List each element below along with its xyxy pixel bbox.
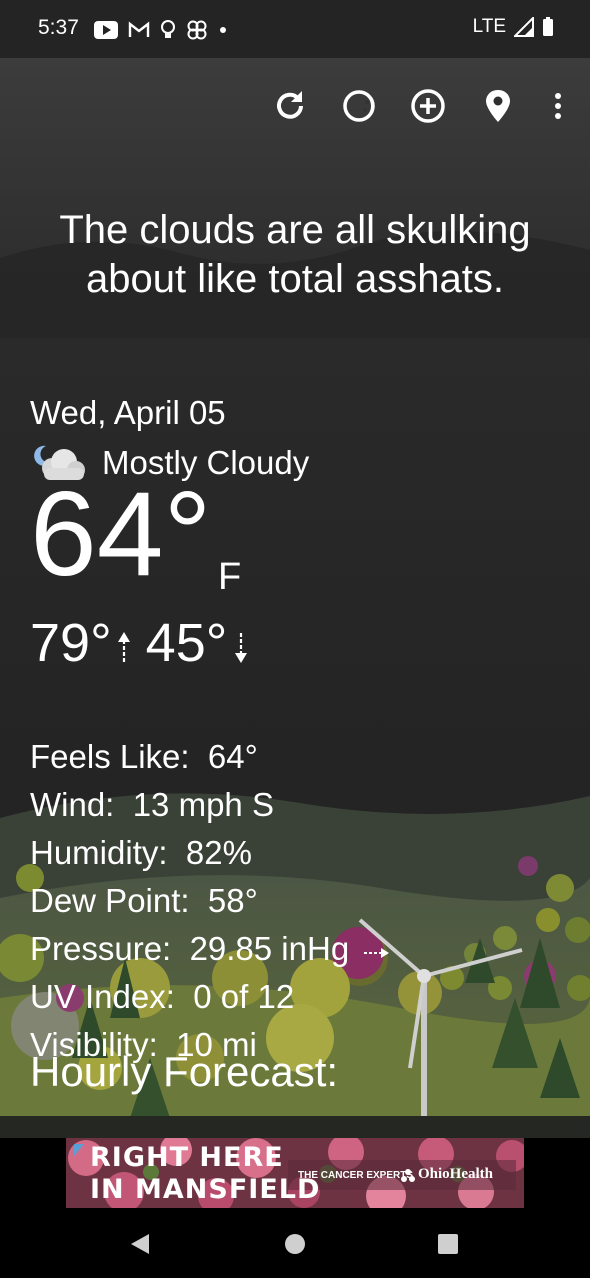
- high-temp: 79°: [30, 613, 112, 673]
- pinwheel-icon: [187, 20, 207, 40]
- arrow-up-icon: [117, 632, 130, 662]
- detail-dew-point: Dew Point: 58°: [30, 882, 258, 920]
- ad-brand: OhioHealth: [418, 1166, 494, 1182]
- recents-icon: [438, 1234, 458, 1254]
- notification-icons: [94, 18, 228, 42]
- home-icon: [285, 1234, 305, 1254]
- detail-label: UV Index:: [30, 978, 175, 1015]
- weather-quip-line2: about like total asshats.: [85, 257, 505, 301]
- high-low: 79° 45°: [30, 612, 249, 674]
- ad-headline-1: RIGHT HERE: [90, 1142, 284, 1173]
- refresh-icon: [277, 91, 303, 119]
- current-date: Wed, April 05: [30, 394, 226, 431]
- detail-value: 0 of 12: [193, 978, 295, 1015]
- ad-banner[interactable]: RIGHT HERE IN MANSFIELD THE CANCER EXPER…: [66, 1138, 524, 1208]
- add-location-button[interactable]: [404, 82, 452, 130]
- recents-button[interactable]: [428, 1226, 468, 1262]
- location-pin-icon: [486, 90, 510, 122]
- ad-tagline: THE CANCER EXPERTS: [298, 1170, 414, 1181]
- theme-button[interactable]: [335, 82, 383, 130]
- detail-pressure: Pressure: 29.85 inHg: [30, 930, 390, 968]
- detail-label: Wind:: [30, 786, 115, 823]
- signal-icon: [514, 17, 534, 37]
- pressure-steady-arrow-icon: [364, 948, 390, 958]
- detail-value: 13 mph S: [132, 786, 274, 823]
- detail-value: 58°: [207, 882, 258, 919]
- ad-banner-container: RIGHT HERE IN MANSFIELD THE CANCER EXPER…: [0, 1138, 590, 1210]
- detail-uv-index: UV Index: 0 of 12: [30, 978, 294, 1016]
- weather-quip-line1: The clouds are all skulking: [59, 208, 531, 252]
- gmail-icon: [128, 21, 150, 37]
- back-icon: [131, 1234, 149, 1254]
- ad-headline-2: IN MANSFIELD: [90, 1174, 321, 1205]
- more-vert-icon: [555, 93, 561, 119]
- ohiohealth-logo-icon: [401, 1169, 415, 1182]
- youtube-icon: [94, 21, 118, 39]
- lightbulb-icon: [161, 20, 175, 38]
- status-right: LTE: [473, 16, 554, 38]
- detail-feels-like: Feels Like: 64°: [30, 738, 258, 776]
- home-button[interactable]: [275, 1226, 315, 1262]
- temperature-unit: F: [218, 556, 242, 598]
- status-bar: 5:37 LTE: [0, 0, 590, 58]
- refresh-button[interactable]: [266, 82, 314, 130]
- arrow-down-icon: [235, 633, 248, 663]
- detail-label: Dew Point:: [30, 882, 190, 919]
- add-location-icon: [411, 89, 445, 123]
- detail-value: 64°: [207, 738, 258, 775]
- detail-wind: Wind: 13 mph S: [30, 786, 274, 824]
- current-temperature: 64°: [30, 467, 212, 601]
- detail-value: 82%: [185, 834, 252, 871]
- dot-icon: [220, 27, 226, 33]
- low-temp: 45°: [145, 613, 228, 673]
- detail-humidity: Humidity: 82%: [30, 834, 252, 872]
- system-nav-bar: [0, 1210, 590, 1278]
- network-type: LTE: [472, 16, 506, 37]
- back-button[interactable]: [120, 1226, 160, 1262]
- more-options-button[interactable]: [534, 82, 582, 130]
- battery-icon: [543, 17, 553, 36]
- status-time: 5:37: [38, 16, 79, 39]
- theme-icon: [343, 90, 375, 122]
- current-conditions: Wed, April 05 Mostly Cloudy 64° F 79° 45…: [30, 394, 390, 1063]
- weather-main[interactable]: The clouds are all skulking about like t…: [0, 58, 590, 1138]
- detail-value: 29.85 inHg: [189, 930, 350, 967]
- hourly-forecast-title: Hourly Forecast:: [30, 1048, 339, 1095]
- weather-quip: The clouds are all skulking about like t…: [20, 206, 570, 304]
- detail-label: Pressure:: [30, 930, 172, 967]
- detail-label: Humidity:: [30, 834, 168, 871]
- location-button[interactable]: [474, 82, 522, 130]
- detail-label: Feels Like:: [30, 738, 190, 775]
